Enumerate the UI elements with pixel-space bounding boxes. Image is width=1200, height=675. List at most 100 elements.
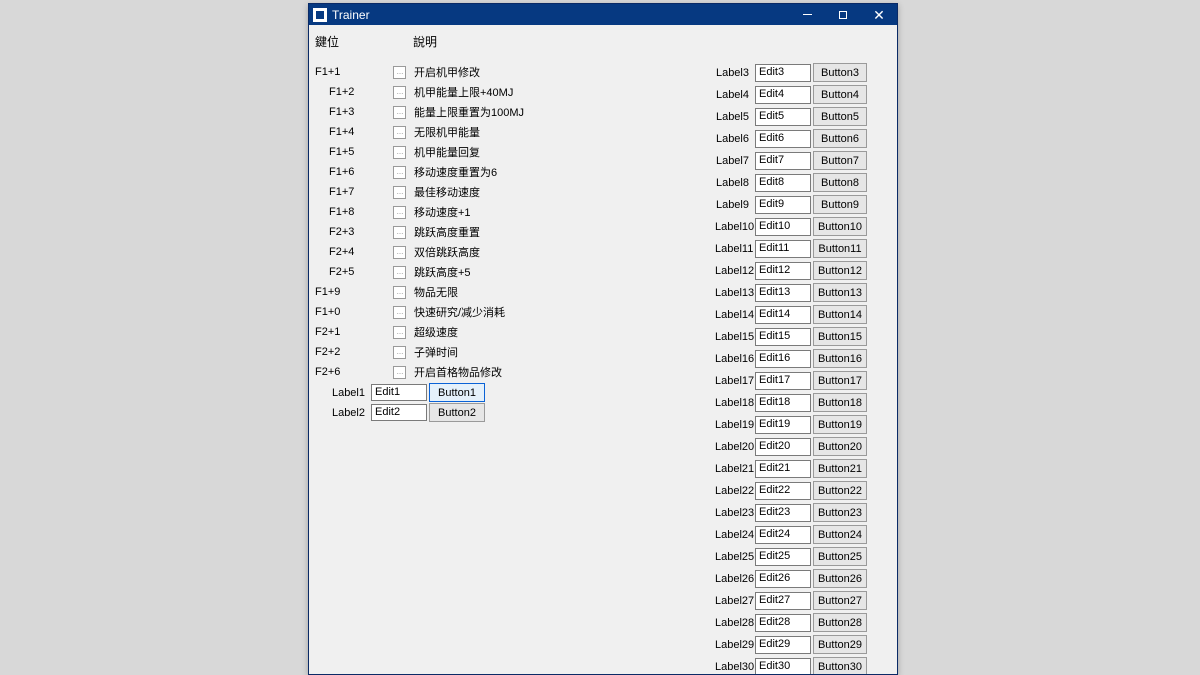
row-edit[interactable]: Edit6	[755, 130, 811, 148]
row-button[interactable]: Button21	[813, 459, 867, 478]
row-edit[interactable]: Edit23	[755, 504, 811, 522]
hotkey-toggle[interactable]	[393, 326, 406, 339]
hotkey-key: F1+7	[315, 186, 393, 198]
row-edit[interactable]: Edit9	[755, 196, 811, 214]
maximize-button[interactable]	[825, 4, 861, 25]
row-edit[interactable]: Edit1	[371, 384, 427, 401]
hotkey-toggle[interactable]	[393, 166, 406, 179]
row-edit[interactable]: Edit27	[755, 592, 811, 610]
hotkey-toggle[interactable]	[393, 186, 406, 199]
hotkey-toggle[interactable]	[393, 106, 406, 119]
row-button[interactable]: Button22	[813, 481, 867, 500]
row-button[interactable]: Button4	[813, 85, 867, 104]
row-button[interactable]: Button12	[813, 261, 867, 280]
row-edit[interactable]: Edit14	[755, 306, 811, 324]
hotkey-toggle[interactable]	[393, 226, 406, 239]
hotkey-desc: 能量上限重置为100MJ	[414, 104, 524, 120]
row-button[interactable]: Button27	[813, 591, 867, 610]
row-button[interactable]: Button3	[813, 63, 867, 82]
row-button[interactable]: Button11	[813, 239, 867, 258]
row-label: Label22	[715, 485, 755, 497]
row-button[interactable]: Button10	[813, 217, 867, 236]
label-edit-row: Label12Edit12Button12	[715, 260, 867, 281]
maximize-icon	[839, 11, 847, 19]
row-edit[interactable]: Edit30	[755, 658, 811, 675]
hotkey-toggle[interactable]	[393, 306, 406, 319]
row-button[interactable]: Button1	[429, 383, 485, 402]
minimize-button[interactable]	[789, 4, 825, 25]
titlebar[interactable]: Trainer ✕	[309, 4, 897, 25]
hotkey-toggle[interactable]	[393, 246, 406, 259]
row-edit[interactable]: Edit26	[755, 570, 811, 588]
row-edit[interactable]: Edit13	[755, 284, 811, 302]
hotkey-toggle[interactable]	[393, 86, 406, 99]
row-edit[interactable]: Edit3	[755, 64, 811, 82]
row-button[interactable]: Button8	[813, 173, 867, 192]
row-label: Label12	[715, 265, 755, 277]
row-button[interactable]: Button17	[813, 371, 867, 390]
hotkey-desc: 超级速度	[414, 324, 458, 340]
hotkey-toggle[interactable]	[393, 126, 406, 139]
row-button[interactable]: Button6	[813, 129, 867, 148]
hotkey-toggle[interactable]	[393, 366, 406, 379]
hotkey-row: F1+4无限机甲能量	[315, 122, 715, 142]
row-edit[interactable]: Edit4	[755, 86, 811, 104]
row-button[interactable]: Button19	[813, 415, 867, 434]
row-label: Label23	[715, 507, 755, 519]
hotkey-toggle[interactable]	[393, 286, 406, 299]
row-button[interactable]: Button13	[813, 283, 867, 302]
hotkey-desc: 开启机甲修改	[414, 64, 480, 80]
label-edit-row: Label19Edit19Button19	[715, 414, 867, 435]
row-edit[interactable]: Edit2	[371, 404, 427, 421]
hotkey-desc: 快速研究/减少消耗	[414, 304, 505, 320]
row-button[interactable]: Button29	[813, 635, 867, 654]
row-button[interactable]: Button25	[813, 547, 867, 566]
row-edit[interactable]: Edit19	[755, 416, 811, 434]
label-edit-row: Label1Edit1Button1	[315, 383, 715, 402]
row-edit[interactable]: Edit12	[755, 262, 811, 280]
row-button[interactable]: Button15	[813, 327, 867, 346]
row-button[interactable]: Button2	[429, 403, 485, 422]
row-edit[interactable]: Edit20	[755, 438, 811, 456]
row-label: Label1	[315, 387, 371, 399]
row-edit[interactable]: Edit24	[755, 526, 811, 544]
label-edit-row: Label25Edit25Button25	[715, 546, 867, 567]
hotkey-toggle[interactable]	[393, 266, 406, 279]
row-edit[interactable]: Edit29	[755, 636, 811, 654]
hotkey-toggle[interactable]	[393, 346, 406, 359]
row-edit[interactable]: Edit18	[755, 394, 811, 412]
row-edit[interactable]: Edit22	[755, 482, 811, 500]
close-button[interactable]: ✕	[861, 4, 897, 25]
row-button[interactable]: Button5	[813, 107, 867, 126]
row-label: Label9	[715, 199, 755, 211]
row-button[interactable]: Button28	[813, 613, 867, 632]
hotkey-toggle[interactable]	[393, 206, 406, 219]
hotkey-key: F1+2	[315, 86, 393, 98]
hotkey-key: F2+6	[315, 366, 393, 378]
row-button[interactable]: Button16	[813, 349, 867, 368]
row-label: Label17	[715, 375, 755, 387]
row-button[interactable]: Button18	[813, 393, 867, 412]
row-edit[interactable]: Edit11	[755, 240, 811, 258]
row-button[interactable]: Button23	[813, 503, 867, 522]
row-edit[interactable]: Edit10	[755, 218, 811, 236]
row-edit[interactable]: Edit17	[755, 372, 811, 390]
row-button[interactable]: Button9	[813, 195, 867, 214]
row-edit[interactable]: Edit5	[755, 108, 811, 126]
row-edit[interactable]: Edit15	[755, 328, 811, 346]
row-button[interactable]: Button7	[813, 151, 867, 170]
row-button[interactable]: Button14	[813, 305, 867, 324]
row-button[interactable]: Button30	[813, 657, 867, 674]
row-button[interactable]: Button26	[813, 569, 867, 588]
hotkey-toggle[interactable]	[393, 146, 406, 159]
hotkey-toggle[interactable]	[393, 66, 406, 79]
row-edit[interactable]: Edit21	[755, 460, 811, 478]
row-edit[interactable]: Edit16	[755, 350, 811, 368]
row-edit[interactable]: Edit28	[755, 614, 811, 632]
row-edit[interactable]: Edit7	[755, 152, 811, 170]
row-button[interactable]: Button24	[813, 525, 867, 544]
row-edit[interactable]: Edit8	[755, 174, 811, 192]
row-edit[interactable]: Edit25	[755, 548, 811, 566]
row-button[interactable]: Button20	[813, 437, 867, 456]
hotkey-row: F1+6移动速度重置为6	[315, 162, 715, 182]
